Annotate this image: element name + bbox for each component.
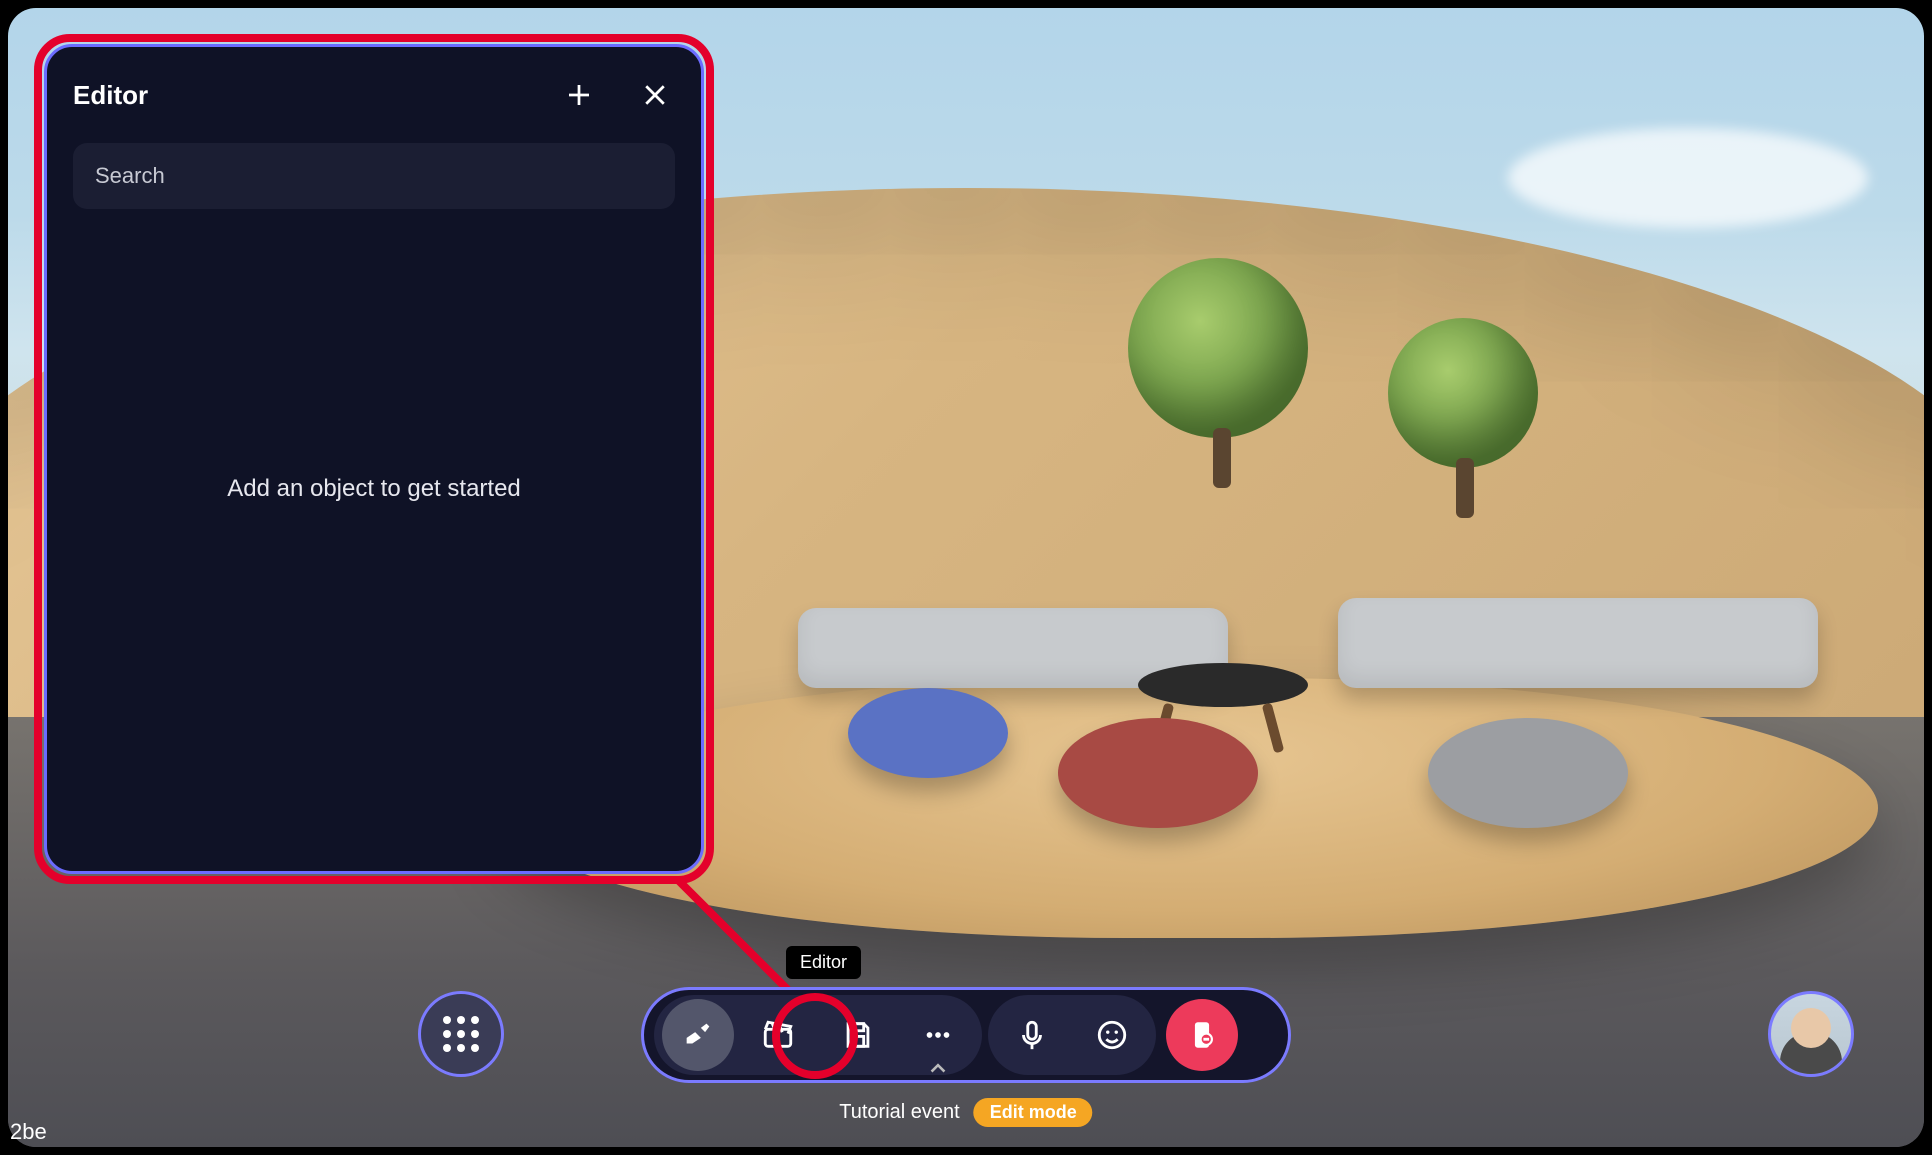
tree-trunk xyxy=(1213,428,1231,488)
close-button[interactable] xyxy=(635,75,675,115)
editor-tooltip: Editor xyxy=(786,946,861,979)
tree-trunk xyxy=(1456,458,1474,518)
avatar-button[interactable] xyxy=(1768,991,1854,1077)
tool-media[interactable] xyxy=(742,999,814,1071)
editor-title: Editor xyxy=(73,80,148,111)
editor-icon xyxy=(681,1018,715,1052)
ottoman-blue xyxy=(848,688,1008,778)
chevron-up-icon xyxy=(929,1063,947,1075)
grid-icon xyxy=(443,1016,479,1052)
clapperboard-icon xyxy=(761,1018,795,1052)
editor-empty-message: Add an object to get started xyxy=(47,475,701,503)
tool-leave[interactable] xyxy=(1166,999,1238,1071)
tool-mic[interactable] xyxy=(996,999,1068,1071)
coffee-table xyxy=(1138,663,1308,707)
tool-group-right xyxy=(988,995,1156,1075)
plus-icon xyxy=(564,80,594,110)
bottom-toolbar xyxy=(641,987,1291,1083)
tool-save[interactable] xyxy=(822,999,894,1071)
event-name: Tutorial event xyxy=(839,1101,959,1124)
edit-mode-badge: Edit mode xyxy=(974,1098,1093,1127)
close-icon xyxy=(640,80,670,110)
more-icon xyxy=(921,1018,955,1052)
tool-editor[interactable] xyxy=(662,999,734,1071)
sofa-right xyxy=(1338,598,1818,688)
footer-labels: Tutorial event Edit mode xyxy=(839,1098,1092,1127)
avatar-head xyxy=(1791,1008,1831,1048)
tree xyxy=(1128,258,1308,438)
save-icon xyxy=(841,1018,875,1052)
editor-panel: Editor Add an object to get started xyxy=(44,44,704,874)
corner-text: 2be xyxy=(10,1119,47,1145)
tree xyxy=(1388,318,1538,468)
search-box[interactable] xyxy=(73,143,675,209)
ottoman-red xyxy=(1058,718,1258,828)
tool-group-left xyxy=(654,995,982,1075)
emoji-icon xyxy=(1095,1018,1129,1052)
ottoman-grey xyxy=(1428,718,1628,828)
tool-more[interactable] xyxy=(902,999,974,1071)
mic-icon xyxy=(1015,1018,1049,1052)
add-button[interactable] xyxy=(559,75,599,115)
menu-button[interactable] xyxy=(418,991,504,1077)
leave-icon xyxy=(1185,1018,1219,1052)
cloud xyxy=(1508,128,1868,228)
search-input[interactable] xyxy=(95,163,653,189)
tool-emoji[interactable] xyxy=(1076,999,1148,1071)
